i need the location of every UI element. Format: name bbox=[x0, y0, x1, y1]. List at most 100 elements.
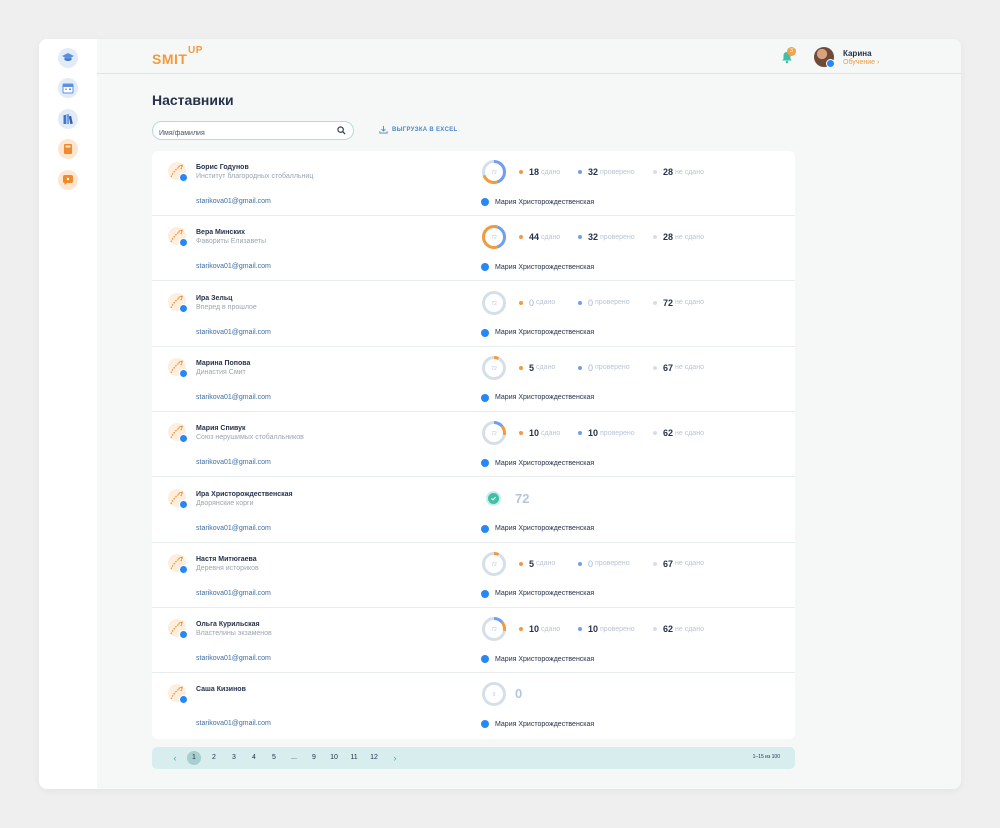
search-input[interactable] bbox=[153, 125, 323, 142]
sidebar-item-library[interactable] bbox=[58, 109, 78, 129]
stat-label: проверено bbox=[600, 168, 635, 176]
table-row[interactable]: Марина Попова Династия Смит starikova01@gm… bbox=[152, 347, 795, 412]
curator-name[interactable]: Мария Христорождественская bbox=[495, 721, 594, 728]
progress-ring: 72 bbox=[482, 421, 506, 446]
email-link[interactable]: starikova01@gmail.com bbox=[196, 394, 271, 401]
vk-badge-icon bbox=[179, 238, 188, 248]
page-2[interactable]: 2 bbox=[207, 751, 221, 765]
total-count: 72 bbox=[515, 490, 530, 506]
email-link[interactable]: starikova01@gmail.com bbox=[196, 525, 271, 532]
stat-value: 62 bbox=[663, 428, 674, 439]
vk-icon bbox=[481, 328, 489, 337]
curator-name[interactable]: Мария Христорождественская bbox=[495, 525, 594, 532]
stat-dot bbox=[653, 365, 657, 370]
page-3[interactable]: 3 bbox=[227, 751, 241, 765]
sidebar-item-homework[interactable] bbox=[58, 139, 78, 159]
mentor-name[interactable]: Ольга Курильская bbox=[196, 621, 260, 628]
curator-name[interactable]: Мария Христорождественская bbox=[495, 329, 594, 336]
stat-value: 10 bbox=[529, 624, 540, 635]
stat-submitted: 0 сдано bbox=[519, 298, 555, 308]
curator-name[interactable]: Мария Христорождественская bbox=[495, 590, 594, 597]
curator: Мария Христорождественская bbox=[481, 328, 594, 337]
team-name: Деревня историков bbox=[196, 564, 259, 572]
user-name[interactable]: Карина bbox=[843, 49, 872, 58]
page-12[interactable]: 12 bbox=[367, 751, 381, 765]
app-logo[interactable]: SMIT UP bbox=[152, 45, 202, 67]
stat-dot bbox=[519, 627, 523, 632]
page-1[interactable]: 1 bbox=[187, 751, 201, 765]
stat-label: сдано bbox=[536, 560, 556, 568]
sidebar-item-courses[interactable] bbox=[58, 48, 78, 68]
progress-ring-total: 72 bbox=[491, 301, 497, 307]
stat-label: не сдано bbox=[675, 625, 704, 633]
books-icon bbox=[63, 114, 73, 125]
curator-name[interactable]: Мария Христорождественская bbox=[495, 394, 594, 401]
curator-name[interactable]: Мария Христорождественская bbox=[495, 199, 594, 206]
progress-ring-total: 72 bbox=[491, 627, 497, 633]
mentor-name[interactable]: Вера Минских bbox=[196, 229, 245, 236]
page-11[interactable]: 11 bbox=[347, 751, 361, 765]
mentor-name[interactable]: Ира Зельц bbox=[196, 295, 232, 302]
stat-submitted: 18 сдано bbox=[519, 167, 560, 177]
table-row[interactable]: Мария Спивук Союз нерушимых стобалльников… bbox=[152, 412, 795, 478]
vk-icon bbox=[481, 655, 489, 664]
mentor-name[interactable]: Настя Митюгаева bbox=[196, 556, 257, 563]
stat-value: 67 bbox=[663, 558, 674, 569]
table-row[interactable]: Вера Минских Фавориты Елизаветы starikova0… bbox=[152, 216, 795, 282]
stat-dot bbox=[519, 170, 523, 174]
team-name: Властелины экзаменов bbox=[196, 630, 272, 638]
stat-submitted: 5 сдано bbox=[519, 559, 555, 569]
page-ellipsis: ... bbox=[291, 754, 297, 761]
progress-ring-total: 72 bbox=[491, 235, 497, 241]
prev-page-button[interactable]: ‹ bbox=[170, 751, 180, 765]
email-link[interactable]: starikova01@gmail.com bbox=[196, 329, 271, 336]
table-row[interactable]: Борис Годунов Институт благородных стобал… bbox=[152, 151, 795, 216]
sidebar-item-schedule[interactable] bbox=[58, 78, 78, 98]
stat-value: 10 bbox=[588, 624, 599, 635]
curator-name[interactable]: Мария Христорождественская bbox=[495, 264, 594, 271]
curator: Мария Христорождественская bbox=[481, 589, 594, 598]
email-link[interactable]: starikova01@gmail.com bbox=[196, 655, 271, 662]
next-page-button[interactable]: › bbox=[390, 751, 400, 765]
stat-dot bbox=[578, 365, 582, 370]
email-link[interactable]: starikova01@gmail.com bbox=[196, 720, 271, 727]
table-row[interactable]: Ира Христорождественская Дворянские корги… bbox=[152, 478, 795, 543]
email-link[interactable]: starikova01@gmail.com bbox=[196, 590, 271, 597]
email-link[interactable]: starikova01@gmail.com bbox=[196, 198, 271, 205]
stat-value: 0 bbox=[529, 297, 535, 308]
stat-label: не сдано bbox=[675, 364, 704, 372]
mentor-name[interactable]: Борис Годунов bbox=[196, 164, 249, 171]
curator-name[interactable]: Мария Христорождественская bbox=[495, 656, 594, 663]
email-link[interactable]: starikova01@gmail.com bbox=[196, 459, 271, 466]
search-icon[interactable] bbox=[337, 126, 346, 135]
vk-badge-icon bbox=[179, 499, 188, 509]
export-excel-button[interactable]: ВЫГРУЗКА В EXCEL bbox=[379, 125, 458, 134]
mentor-name[interactable]: Саша Кизинов bbox=[196, 686, 246, 693]
page-10[interactable]: 10 bbox=[327, 751, 341, 765]
help-icon bbox=[63, 175, 73, 185]
page-4[interactable]: 4 bbox=[247, 751, 261, 765]
progress-ring: 72 bbox=[482, 225, 506, 250]
curator-name[interactable]: Мария Христорождественская bbox=[495, 460, 594, 467]
curator: Мария Христорождественская bbox=[481, 393, 594, 402]
table-row[interactable]: Настя Митюгаева Деревня историков starikov… bbox=[152, 543, 795, 608]
table-row[interactable]: Ира Зельц Вперед в прошлое starikova01@gma… bbox=[152, 282, 795, 347]
stat-dot bbox=[653, 431, 657, 436]
stat-dot bbox=[519, 235, 523, 240]
sidebar-item-help[interactable] bbox=[58, 170, 78, 190]
mentor-name[interactable]: Мария Спивук bbox=[196, 425, 246, 432]
mentor-name[interactable]: Ира Христорождественская bbox=[196, 491, 293, 498]
table-row[interactable]: Ольга Курильская Властелины экзаменов star… bbox=[152, 608, 795, 674]
email-link[interactable]: starikova01@gmail.com bbox=[196, 263, 271, 270]
user-role-link[interactable]: Обучение › bbox=[843, 59, 879, 66]
table-row[interactable]: Саша Кизинов starikova01@gmail.com 0 0 Мария… bbox=[152, 673, 795, 738]
stat-label: проверено bbox=[595, 364, 630, 372]
check-circle-icon bbox=[486, 490, 501, 506]
chevron-right-icon: › bbox=[876, 59, 880, 66]
vk-icon bbox=[481, 720, 489, 729]
mentor-name[interactable]: Марина Попова bbox=[196, 360, 250, 367]
stat-dot bbox=[653, 561, 657, 566]
page-9[interactable]: 9 bbox=[307, 751, 321, 765]
page-5[interactable]: 5 bbox=[267, 751, 281, 765]
stat-value: 62 bbox=[663, 624, 674, 635]
